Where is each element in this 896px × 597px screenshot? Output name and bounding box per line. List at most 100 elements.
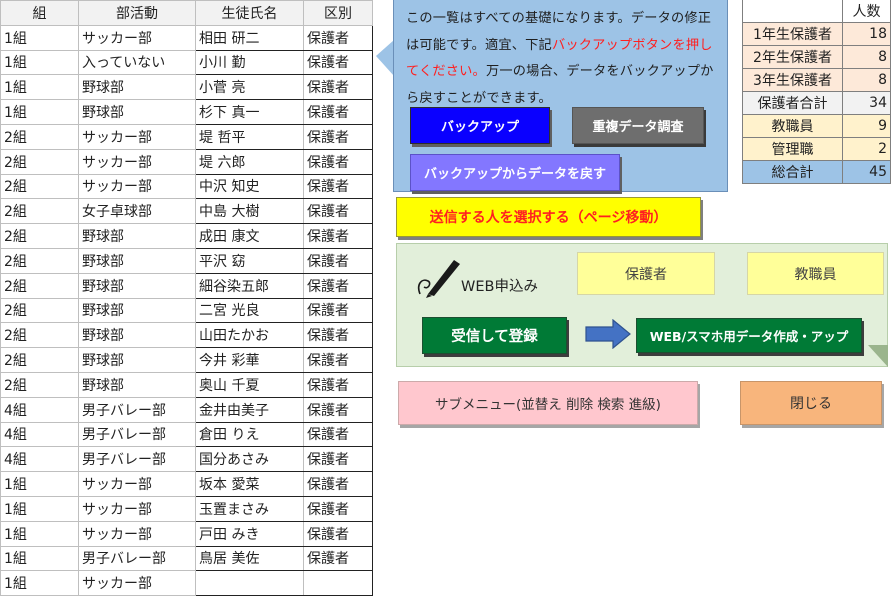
header-class[interactable]: 組 xyxy=(0,0,79,26)
roster-cell-club[interactable]: サッカー部 xyxy=(78,148,196,175)
roster-row[interactable]: 1組 サッカー部 相田 研二 保護者 xyxy=(0,24,373,51)
roster-row[interactable]: 1組 サッカー部 xyxy=(0,570,373,597)
roster-cell-class[interactable]: 1組 xyxy=(0,99,79,125)
roster-cell-club[interactable]: サッカー部 xyxy=(78,495,196,522)
roster-cell-class[interactable]: 1組 xyxy=(0,520,79,547)
roster-cell-student-name[interactable]: 堤 六郎 xyxy=(195,148,304,175)
roster-cell-type[interactable]: 保護者 xyxy=(303,123,373,150)
roster-cell-class[interactable]: 1組 xyxy=(0,471,79,497)
roster-cell-student-name[interactable]: 玉置まさみ xyxy=(195,495,304,522)
roster-cell-type[interactable]: 保護者 xyxy=(303,446,373,473)
roster-row[interactable]: 1組 サッカー部 玉置まさみ 保護者 xyxy=(0,495,373,522)
roster-cell-club[interactable]: サッカー部 xyxy=(78,520,196,547)
duplicate-check-button[interactable]: 重複データ調査 xyxy=(572,107,704,144)
roster-cell-student-name[interactable]: 平沢 窈 xyxy=(195,247,304,274)
roster-cell-type[interactable]: 保護者 xyxy=(303,347,373,373)
roster-row[interactable]: 2組 サッカー部堤 哲平 保護者 xyxy=(0,123,373,150)
roster-row[interactable]: 2組 野球部 平沢 窈保護者 xyxy=(0,247,373,274)
submenu-button[interactable]: サブメニュー(並替え 削除 検索 進級) xyxy=(398,381,698,425)
roster-cell-type[interactable]: 保護者 xyxy=(303,99,373,125)
roster-cell-student-name[interactable]: 倉田 りえ xyxy=(195,421,304,448)
roster-cell-club[interactable]: 男子バレー部 xyxy=(78,421,196,448)
roster-cell-club[interactable]: 入っていない xyxy=(78,49,196,76)
roster-cell-club[interactable]: サッカー部 xyxy=(78,123,196,150)
roster-cell-club[interactable]: 野球部 xyxy=(78,99,196,125)
select-recipients-button[interactable]: 送信する人を選択する（ページ移動） xyxy=(396,197,701,237)
roster-cell-club[interactable]: 男子バレー部 xyxy=(78,396,196,423)
roster-cell-type[interactable]: 保護者 xyxy=(303,520,373,547)
roster-cell-class[interactable]: 2組 xyxy=(0,347,79,373)
roster-cell-class[interactable]: 1組 xyxy=(0,545,79,572)
roster-cell-class[interactable]: 2組 xyxy=(0,198,79,225)
roster-cell-class[interactable]: 4組 xyxy=(0,421,79,448)
roster-cell-student-name[interactable]: 堤 哲平 xyxy=(195,123,304,150)
roster-cell-club[interactable]: 女子卓球部 xyxy=(78,198,196,225)
roster-cell-student-name[interactable]: 二宮 光良 xyxy=(195,297,304,324)
roster-cell-type[interactable]: 保護者 xyxy=(303,173,373,200)
roster-cell-club[interactable]: サッカー部 xyxy=(78,570,196,597)
header-club[interactable]: 部活動 xyxy=(78,0,196,26)
roster-cell-type[interactable]: 保護者 xyxy=(303,198,373,225)
roster-row[interactable]: 2組 野球部 細谷染五郎 保護者 xyxy=(0,272,373,299)
roster-cell-student-name[interactable]: 中島 大樹 xyxy=(195,198,304,225)
roster-cell-type[interactable]: 保護者 xyxy=(303,371,373,398)
roster-cell-type[interactable]: 保護者 xyxy=(303,396,373,423)
roster-cell-class[interactable]: 1組 xyxy=(0,24,79,51)
backup-button[interactable]: バックアップ xyxy=(410,107,550,144)
roster-cell-club[interactable]: 野球部 xyxy=(78,247,196,274)
roster-cell-club[interactable]: 野球部 xyxy=(78,223,196,249)
create-upload-data-button[interactable]: WEB/スマホ用データ作成・アップ xyxy=(636,318,862,353)
roster-row[interactable]: 1組 入っていない 小川 勤保護者 xyxy=(0,49,373,76)
roster-cell-club[interactable]: 野球部 xyxy=(78,347,196,373)
header-student-name[interactable]: 生徒氏名 xyxy=(195,0,304,26)
roster-cell-class[interactable]: 1組 xyxy=(0,74,79,101)
roster-cell-class[interactable]: 2組 xyxy=(0,322,79,349)
roster-cell-type[interactable]: 保護者 xyxy=(303,148,373,175)
roster-cell-class[interactable]: 1組 xyxy=(0,570,79,597)
roster-row[interactable]: 2組 野球部 奥山 千夏 保護者 xyxy=(0,371,373,398)
roster-cell-class[interactable]: 4組 xyxy=(0,446,79,473)
roster-cell-club[interactable]: サッカー部 xyxy=(78,471,196,497)
roster-cell-type[interactable]: 保護者 xyxy=(303,74,373,101)
roster-cell-club[interactable]: 野球部 xyxy=(78,322,196,349)
roster-cell-type[interactable] xyxy=(303,570,373,597)
roster-cell-class[interactable]: 2組 xyxy=(0,123,79,150)
roster-cell-type[interactable]: 保護者 xyxy=(303,471,373,497)
roster-cell-club[interactable]: 野球部 xyxy=(78,74,196,101)
roster-cell-club[interactable]: 男子バレー部 xyxy=(78,545,196,572)
roster-cell-club[interactable]: サッカー部 xyxy=(78,173,196,200)
roster-cell-student-name[interactable]: 中沢 知史 xyxy=(195,173,304,200)
roster-row[interactable]: 2組 野球部 二宮 光良 保護者 xyxy=(0,297,373,324)
roster-cell-type[interactable]: 保護者 xyxy=(303,24,373,51)
roster-cell-type[interactable]: 保護者 xyxy=(303,247,373,274)
roster-cell-class[interactable]: 2組 xyxy=(0,173,79,200)
roster-cell-student-name[interactable] xyxy=(195,570,304,597)
roster-cell-student-name[interactable]: 山田たかお xyxy=(195,322,304,349)
roster-row[interactable]: 2組 野球部 山田たかお 保護者 xyxy=(0,322,373,349)
roster-cell-class[interactable]: 2組 xyxy=(0,247,79,274)
roster-cell-student-name[interactable]: 戸田 みき xyxy=(195,520,304,547)
roster-row[interactable]: 4組 男子バレー部 国分あさみ 保護者 xyxy=(0,446,373,473)
roster-cell-type[interactable]: 保護者 xyxy=(303,297,373,324)
roster-row[interactable]: 4組 男子バレー部 金井由美子 保護者 xyxy=(0,396,373,423)
roster-cell-student-name[interactable]: 杉下 真一 xyxy=(195,99,304,125)
staff-button[interactable]: 教職員 xyxy=(747,252,884,295)
roster-row[interactable]: 2組 野球部 成田 康文 保護者 xyxy=(0,223,373,249)
roster-cell-student-name[interactable]: 成田 康文 xyxy=(195,223,304,249)
header-type[interactable]: 区別 xyxy=(303,0,373,26)
roster-cell-student-name[interactable]: 坂本 愛菜 xyxy=(195,471,304,497)
roster-cell-class[interactable]: 2組 xyxy=(0,272,79,299)
close-button[interactable]: 閉じる xyxy=(740,381,882,425)
roster-cell-class[interactable]: 4組 xyxy=(0,396,79,423)
roster-row[interactable]: 1組 野球部 小菅 亮保護者 xyxy=(0,74,373,101)
roster-row[interactable]: 1組 サッカー部 戸田 みき 保護者 xyxy=(0,520,373,547)
roster-row[interactable]: 2組 女子卓球部 中島 大樹 保護者 xyxy=(0,198,373,225)
roster-cell-student-name[interactable]: 国分あさみ xyxy=(195,446,304,473)
roster-cell-student-name[interactable]: 小川 勤 xyxy=(195,49,304,76)
roster-cell-class[interactable]: 2組 xyxy=(0,223,79,249)
roster-cell-student-name[interactable]: 相田 研二 xyxy=(195,24,304,51)
roster-cell-type[interactable]: 保護者 xyxy=(303,49,373,76)
roster-cell-class[interactable]: 1組 xyxy=(0,49,79,76)
roster-cell-student-name[interactable]: 小菅 亮 xyxy=(195,74,304,101)
roster-row[interactable]: 2組 野球部 今井 彩華 保護者 xyxy=(0,347,373,373)
